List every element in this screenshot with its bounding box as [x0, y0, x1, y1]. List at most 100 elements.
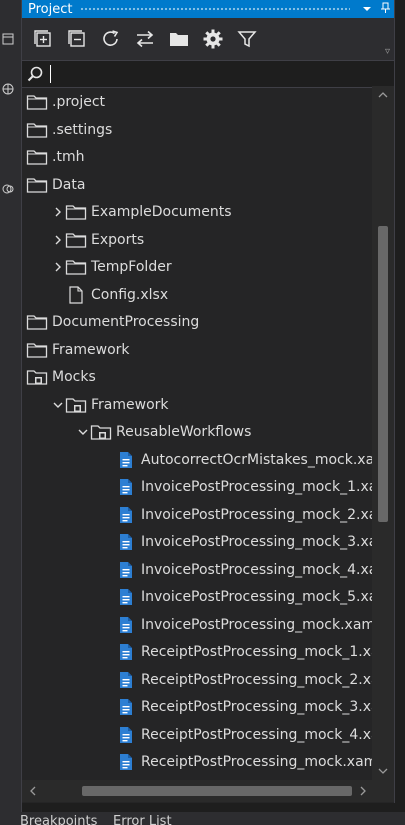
tree-item-label: AutocorrectOcrMistakes_mock.xaml — [141, 451, 372, 468]
xaml-file-icon — [115, 450, 137, 470]
scroll-up-icon[interactable] — [372, 88, 394, 102]
tree-item-label: InvoicePostProcessing_mock_2.xaml — [141, 506, 372, 523]
tree-folder-item[interactable]: TempFolder — [22, 254, 372, 280]
xaml-file-icon — [115, 505, 137, 525]
settings-icon[interactable] — [196, 22, 230, 56]
scroll-left-icon[interactable] — [26, 780, 40, 802]
tree-file-item[interactable]: ReceiptPostProcessing_mock_2.xaml — [22, 667, 372, 693]
refresh-icon[interactable] — [94, 22, 128, 56]
sync-icon[interactable] — [128, 22, 162, 56]
chevron-right-icon[interactable] — [51, 233, 65, 247]
tab-breakpoints[interactable]: Breakpoints — [20, 814, 97, 825]
scroll-right-icon[interactable] — [356, 780, 370, 802]
vertical-scrollbar[interactable] — [372, 86, 394, 780]
pin-icon[interactable] — [376, 2, 394, 17]
drag-grip[interactable] — [80, 6, 350, 12]
project-toolbar: ▿ — [22, 18, 394, 60]
project-panel: Project ▿ .project .settings .tmh Data E… — [22, 0, 395, 803]
tree-folder-item[interactable]: .tmh — [22, 144, 372, 170]
folder-icon — [65, 202, 87, 222]
xaml-file-icon — [115, 560, 137, 580]
panel-title: Project — [28, 1, 73, 17]
xaml-file-icon — [115, 642, 137, 662]
tree-file-item[interactable]: ReceiptPostProcessing_mock_3.xaml — [22, 694, 372, 720]
xaml-file-icon — [115, 587, 137, 607]
collapse-all-icon[interactable] — [60, 22, 94, 56]
snippets-tab-icon[interactable] — [0, 178, 19, 200]
tree-item-label: ExampleDocuments — [91, 204, 232, 220]
folder-icon — [26, 340, 48, 360]
tree-folder-item[interactable]: ReusableWorkflows — [22, 419, 372, 445]
tree-item-label: Data — [52, 176, 86, 193]
folder-icon — [65, 257, 87, 277]
folder-icon — [26, 312, 48, 332]
tree-folder-item[interactable]: .settings — [22, 117, 372, 143]
tree-file-item[interactable]: ReceiptPostProcessing_mock.xaml — [22, 749, 372, 775]
filter-icon[interactable] — [230, 22, 264, 56]
expand-all-icon[interactable] — [26, 22, 60, 56]
tree-item-label: Config.xlsx — [91, 286, 169, 303]
search-bar[interactable] — [22, 60, 394, 88]
mock-folder-icon — [65, 395, 87, 415]
tree-item-label: ReceiptPostProcessing_mock_4.xaml — [141, 726, 372, 743]
xaml-file-icon — [115, 615, 137, 635]
mock-folder-icon — [90, 422, 112, 442]
horizontal-scroll-thumb[interactable] — [82, 786, 352, 796]
activities-tab-icon[interactable] — [0, 78, 19, 100]
scroll-down-icon[interactable] — [372, 764, 394, 778]
folder-icon — [26, 92, 48, 112]
tree-item-label: InvoicePostProcessing_mock_4.xaml — [141, 561, 372, 578]
tab-error-list[interactable]: Error List — [113, 814, 172, 825]
tree-file-item[interactable]: ReceiptPostProcessing_mock_4.xaml — [22, 722, 372, 748]
tree-item-label: InvoicePostProcessing_mock_3.xaml — [141, 534, 372, 550]
file-icon — [65, 285, 87, 305]
tree-item-label: .project — [52, 94, 106, 110]
xaml-file-icon — [115, 697, 137, 717]
mock-folder-icon — [26, 367, 48, 387]
tree-file-item[interactable]: InvoicePostProcessing_mock_4.xaml — [22, 557, 372, 583]
tree-folder-item[interactable]: Framework — [22, 337, 372, 363]
search-input[interactable] — [50, 65, 51, 83]
tree-file-item[interactable]: InvoicePostProcessing_mock_2.xaml — [22, 502, 372, 528]
panel-title-bar: Project — [22, 0, 394, 18]
tree-folder-item[interactable]: Exports — [22, 227, 372, 253]
tree-file-item[interactable]: ReceiptPostProcessing_mock_1.xaml — [22, 639, 372, 665]
tree-folder-item[interactable]: Framework — [22, 392, 372, 418]
chevron-down-icon[interactable] — [358, 3, 376, 16]
tree-item-label: InvoicePostProcessing_mock_1.xaml — [141, 479, 372, 495]
chevron-right-icon[interactable] — [51, 260, 65, 274]
tree-file-item[interactable]: InvoicePostProcessing_mock.xaml — [22, 612, 372, 638]
tree-folder-item[interactable]: Mocks — [22, 364, 372, 390]
tree-folder-item[interactable]: DocumentProcessing — [22, 309, 372, 335]
horizontal-scrollbar[interactable] — [22, 780, 372, 802]
vertical-scroll-thumb[interactable] — [378, 226, 388, 522]
tree-item-label: ReusableWorkflows — [116, 424, 252, 440]
scroll-corner — [372, 780, 394, 802]
tree-folder-item[interactable]: ExampleDocuments — [22, 199, 372, 225]
chevron-down-icon[interactable] — [51, 398, 65, 412]
tree-folder-item[interactable]: .project — [22, 89, 372, 115]
tree-file-item[interactable]: InvoicePostProcessing_mock_1.xaml — [22, 474, 372, 500]
toolbar-overflow-icon[interactable]: ▿ — [385, 46, 390, 57]
tree-file-item[interactable]: AutocorrectOcrMistakes_mock.xaml — [22, 447, 372, 473]
tree-file-item[interactable]: Config.xlsx — [22, 282, 372, 308]
search-icon — [27, 66, 43, 82]
tree-folder-item[interactable]: Data — [22, 172, 372, 198]
folder-icon — [65, 230, 87, 250]
open-folder-icon[interactable] — [162, 22, 196, 56]
tree-file-item[interactable]: InvoicePostProcessing_mock_3.xaml — [22, 529, 372, 555]
chevron-down-icon[interactable] — [76, 425, 90, 439]
tree-file-item[interactable]: InvoicePostProcessing_mock_5.xaml — [22, 584, 372, 610]
project-tab-icon[interactable] — [0, 28, 19, 50]
xaml-file-icon — [115, 477, 137, 497]
chevron-right-icon[interactable] — [51, 205, 65, 219]
